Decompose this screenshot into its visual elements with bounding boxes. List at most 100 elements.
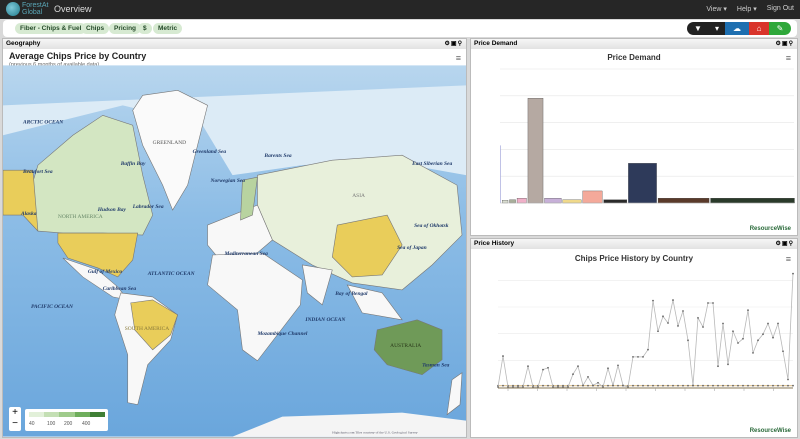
data-point [742, 337, 744, 340]
bar [603, 199, 628, 204]
filter-icon[interactable]: ▼ [687, 22, 709, 35]
zoom-in-button[interactable]: + [9, 407, 21, 418]
data-point [672, 384, 674, 387]
filter-chip-chips[interactable]: Chips [81, 23, 110, 34]
world-map[interactable]: ARCTIC OCEAN GREENLAND Greenland Sea Baf… [3, 65, 466, 437]
data-point [727, 384, 729, 387]
data-point [677, 384, 679, 387]
filter-chip-currency[interactable]: $ [138, 23, 152, 34]
data-point [702, 384, 704, 387]
data-point [607, 384, 609, 387]
label-labrador-sea: Labrador Sea [132, 204, 164, 210]
zoom-out-button[interactable]: − [9, 418, 21, 429]
bar [516, 198, 527, 204]
label-bay-of-bengal: Bay of Bengal [334, 291, 368, 297]
help-menu[interactable]: Help ▾ [737, 5, 757, 13]
data-point [572, 384, 574, 387]
zoom-icon[interactable]: ⚲ [458, 41, 463, 47]
label-mozambique-channel: Mozambique Channel [256, 331, 307, 337]
data-point [717, 384, 719, 387]
price-history-chart: Chips Price History by Country [497, 254, 794, 391]
legend-tick: 100 [47, 421, 56, 427]
data-point [622, 384, 624, 387]
data-point [607, 367, 609, 370]
legend-swatch [74, 412, 90, 417]
data-point [672, 299, 674, 301]
map-attribution[interactable]: Highcharts.com Tiles courtesy of the U.S… [332, 431, 418, 435]
chart-menu-icon[interactable]: ≡ [786, 254, 791, 264]
data-point [752, 351, 754, 354]
bar [502, 200, 509, 204]
data-point [757, 339, 759, 342]
data-point [692, 384, 694, 387]
view-menu[interactable]: View ▾ [706, 5, 727, 13]
fullscreen-icon[interactable]: ▣ [451, 41, 458, 47]
label-australia: AUSTRALIA [390, 343, 421, 349]
data-point [647, 348, 649, 351]
data-point [572, 373, 574, 376]
label-norwegian-sea: Norwegian Sea [210, 178, 246, 184]
legend-tick: 200 [64, 421, 73, 427]
geography-panel: Geography ⚙▣⚲ Average Chips Price by Coun… [2, 38, 467, 438]
hamburger-menu-icon[interactable]: ≡ [456, 53, 461, 63]
fullscreen-icon[interactable]: ▣ [782, 41, 789, 47]
filter-chip-fiber[interactable]: Fiber - Chips & Fuel [15, 23, 87, 34]
data-point [542, 384, 544, 387]
filter-chip-pricing[interactable]: Pricing [109, 23, 142, 34]
data-point [547, 366, 549, 369]
data-point [597, 381, 599, 384]
panel-label: Price Demand [474, 40, 518, 47]
data-point [782, 350, 784, 353]
legend-tick: 40 [29, 421, 35, 427]
sign-out-link[interactable]: Sign Out [767, 5, 794, 13]
data-point [792, 272, 794, 275]
label-mediterranean-sea: Mediterranean Sea [224, 251, 269, 257]
dropdown-icon[interactable]: ▾ [709, 22, 725, 35]
zoom-icon[interactable]: ⚲ [789, 41, 794, 47]
filter-chip-metric[interactable]: Metric [153, 23, 183, 34]
cloud-download-icon[interactable]: ☁ [725, 22, 749, 35]
data-point [722, 384, 724, 387]
data-point [747, 384, 749, 387]
data-point [697, 317, 699, 319]
data-point [707, 384, 709, 387]
data-point [772, 384, 774, 387]
data-point [732, 384, 734, 387]
fullscreen-icon[interactable]: ▣ [782, 241, 789, 247]
data-point [527, 365, 529, 368]
zoom-icon[interactable]: ⚲ [789, 241, 794, 247]
bar [657, 198, 710, 204]
bar [500, 145, 501, 203]
resourcewise-logo: ResourceWise [749, 428, 791, 434]
data-point [762, 333, 764, 336]
data-point [742, 384, 744, 387]
logo[interactable]: ForestAt Global [6, 2, 48, 17]
legend-swatch [29, 412, 45, 417]
label-east-siberian-sea: East Siberian Sea [411, 161, 452, 167]
label-caribbean-sea: Caribbean Sea [103, 286, 137, 292]
pencil-icon[interactable]: ✎ [769, 22, 791, 35]
data-point [577, 384, 579, 387]
label-sea-of-japan: Sea of Japan [397, 245, 426, 251]
globe-icon [6, 2, 20, 16]
legend-swatch [89, 412, 106, 417]
data-point [502, 384, 504, 387]
top-bar: ForestAt Global Overview View ▾ Help ▾ S… [0, 0, 800, 19]
price-history-panel: Price History ⚙▣⚲ Chips Price History by … [470, 238, 798, 438]
label-atlantic-ocean: ATLANTIC OCEAN [147, 271, 196, 277]
data-point [652, 384, 654, 387]
bar [562, 199, 582, 204]
home-icon[interactable]: ⌂ [749, 22, 769, 35]
data-point [777, 322, 779, 325]
label-tasman-sea: Tasman Sea [422, 363, 450, 369]
legend-tick: 400 [82, 421, 91, 427]
data-point [747, 309, 749, 312]
data-point [727, 363, 729, 366]
data-point [712, 384, 714, 387]
data-point [632, 384, 634, 387]
price-demand-panel: Price Demand ⚙▣⚲ Price Demand ≡ ResourceW… [470, 38, 798, 236]
data-point [787, 378, 789, 381]
label-beaufort-sea: Beaufort Sea [22, 169, 53, 175]
data-point [697, 384, 699, 387]
chart-menu-icon[interactable]: ≡ [786, 53, 791, 63]
